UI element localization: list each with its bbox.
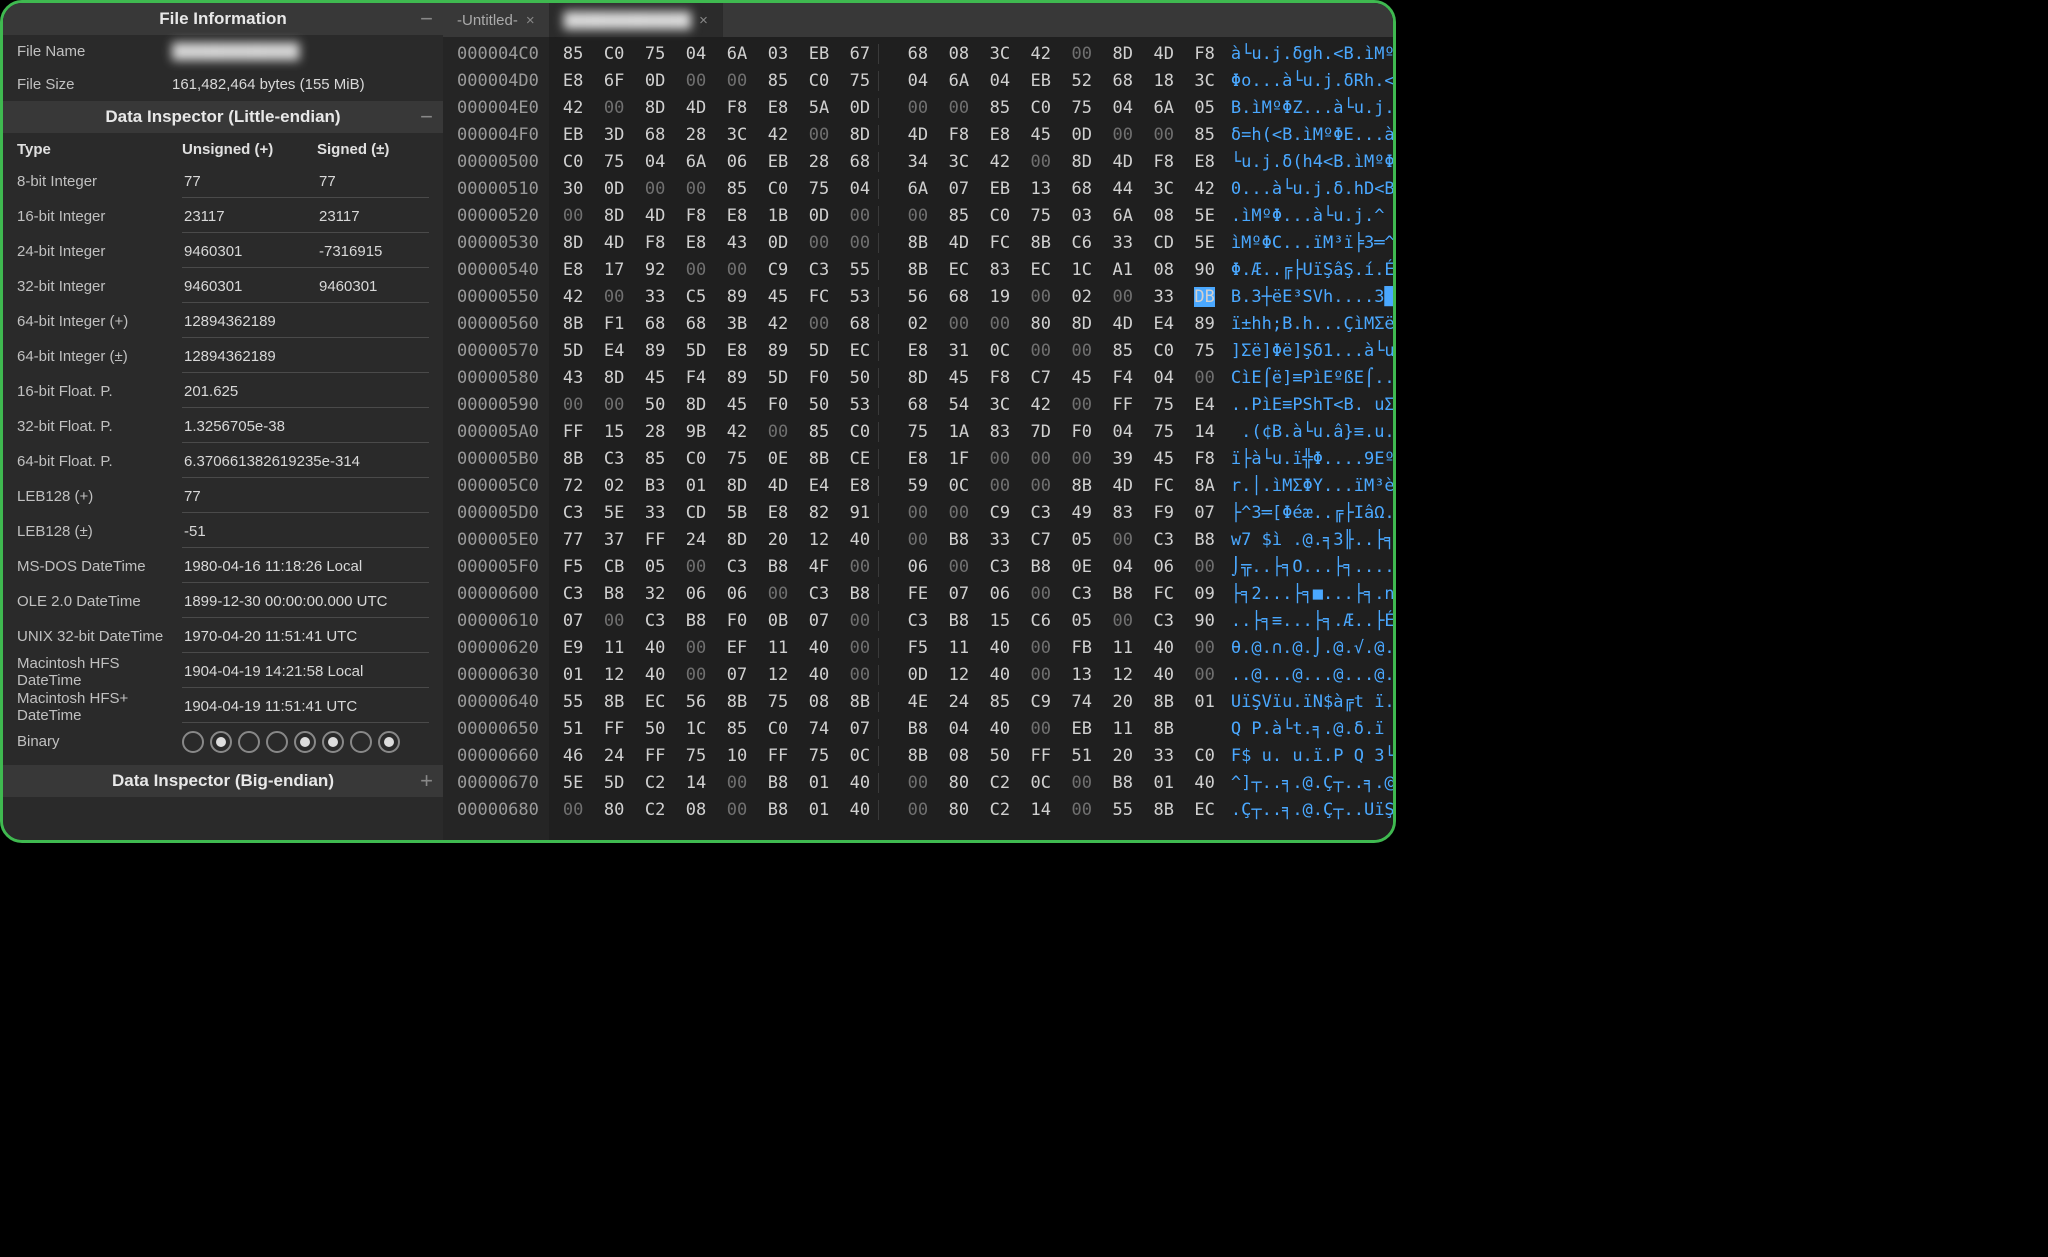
close-icon[interactable]: × (699, 12, 708, 29)
di-unsigned-value[interactable]: 9460301 (182, 271, 317, 303)
di-row: 16-bit Float. P.201.625 (3, 374, 443, 409)
file-size-value: 161,482,464 bytes (155 MiB) (172, 76, 429, 93)
close-icon[interactable]: × (526, 12, 535, 29)
di-signed-value[interactable]: 9460301 (317, 271, 429, 303)
di-row: LEB128 (+)77 (3, 479, 443, 514)
di-value[interactable]: 12894362189 (182, 341, 429, 373)
data-inspector-le-title: Data Inspector (Little-endian) (105, 107, 340, 127)
di-head-signed: Signed (±) (317, 141, 427, 158)
di-signed-value[interactable]: 23117 (317, 201, 429, 233)
di-unsigned-value[interactable]: 23117 (182, 201, 317, 233)
di-value[interactable]: 77 (182, 481, 429, 513)
di-value[interactable]: 1.3256705e-38 (182, 411, 429, 443)
data-inspector-be-header: Data Inspector (Big-endian) + (3, 765, 443, 797)
di-type-label: 64-bit Integer (+) (17, 313, 182, 330)
di-row: 64-bit Integer (±)12894362189 (3, 339, 443, 374)
di-row: Macintosh HFS DateTime1904-04-19 14:21:5… (3, 654, 443, 689)
di-head-type: Type (17, 141, 182, 158)
collapse-icon[interactable]: − (420, 106, 433, 128)
di-value[interactable]: 201.625 (182, 376, 429, 408)
tab-label: ████████████ (564, 12, 692, 29)
file-name-row: File Name ████████████ (3, 35, 443, 68)
di-value[interactable]: -51 (182, 516, 429, 548)
file-size-label: File Size (17, 76, 172, 93)
di-value[interactable]: 1970-04-20 11:51:41 UTC (182, 621, 429, 653)
data-inspector-le-header: Data Inspector (Little-endian) − (3, 101, 443, 133)
di-type-label: 64-bit Float. P. (17, 453, 182, 470)
di-type-label: 24-bit Integer (17, 243, 182, 260)
sidebar: File Information − File Name ███████████… (3, 3, 443, 840)
di-row: LEB128 (±)-51 (3, 514, 443, 549)
binary-bit[interactable] (322, 731, 344, 753)
offset-gutter: 000004C0 000004D0 000004E0 000004F0 0000… (443, 37, 549, 840)
tab[interactable]: ████████████ × (550, 3, 723, 37)
di-binary-label: Binary (17, 733, 182, 750)
di-rows: 8-bit Integer777716-bit Integer231172311… (3, 164, 443, 724)
tab[interactable]: -Untitled- × (443, 3, 550, 37)
di-signed-value[interactable]: -7316915 (317, 236, 429, 268)
binary-bit[interactable] (182, 731, 204, 753)
di-row: 64-bit Integer (+)12894362189 (3, 304, 443, 339)
di-type-label: Macintosh HFS+ DateTime (17, 690, 182, 724)
di-type-label: OLE 2.0 DateTime (17, 593, 182, 610)
di-row: OLE 2.0 DateTime1899-12-30 00:00:00.000 … (3, 584, 443, 619)
di-value[interactable]: 12894362189 (182, 306, 429, 338)
di-row: 24-bit Integer9460301-7316915 (3, 234, 443, 269)
file-info-title: File Information (159, 9, 287, 29)
di-row: Macintosh HFS+ DateTime1904-04-19 11:51:… (3, 689, 443, 724)
binary-bit[interactable] (210, 731, 232, 753)
di-binary-row: Binary (3, 724, 443, 759)
di-type-label: 32-bit Integer (17, 278, 182, 295)
di-row: 16-bit Integer2311723117 (3, 199, 443, 234)
di-type-label: UNIX 32-bit DateTime (17, 628, 182, 645)
hex-editor[interactable]: 000004C0 000004D0 000004E0 000004F0 0000… (443, 37, 1393, 840)
di-type-label: LEB128 (+) (17, 488, 182, 505)
binary-bit[interactable] (350, 731, 372, 753)
di-head-unsigned: Unsigned (+) (182, 141, 317, 158)
binary-bit[interactable] (266, 731, 288, 753)
di-value[interactable]: 1899-12-30 00:00:00.000 UTC (182, 586, 429, 618)
di-row: 32-bit Integer94603019460301 (3, 269, 443, 304)
file-name-value: ████████████ (172, 43, 429, 60)
di-type-label: MS-DOS DateTime (17, 558, 182, 575)
binary-bit[interactable] (238, 731, 260, 753)
data-inspector-be-title: Data Inspector (Big-endian) (112, 771, 334, 791)
file-name-label: File Name (17, 43, 172, 60)
di-unsigned-value[interactable]: 77 (182, 166, 317, 198)
di-binary-bits (182, 731, 429, 753)
binary-bit[interactable] (378, 731, 400, 753)
di-value[interactable]: 1904-04-19 14:21:58 Local (182, 656, 429, 688)
di-row: 8-bit Integer7777 (3, 164, 443, 199)
di-value[interactable]: 6.370661382619235e-314 (182, 446, 429, 478)
di-value[interactable]: 1980-04-16 11:18:26 Local (182, 551, 429, 583)
di-row: UNIX 32-bit DateTime1970-04-20 11:51:41 … (3, 619, 443, 654)
main-area: -Untitled- × ████████████ × 000004C0 000004… (443, 3, 1393, 840)
di-type-label: 64-bit Integer (±) (17, 348, 182, 365)
di-type-label: Macintosh HFS DateTime (17, 655, 182, 689)
file-size-row: File Size 161,482,464 bytes (155 MiB) (3, 68, 443, 101)
di-type-label: 16-bit Float. P. (17, 383, 182, 400)
di-unsigned-value[interactable]: 9460301 (182, 236, 317, 268)
di-type-label: LEB128 (±) (17, 523, 182, 540)
di-type-label: 8-bit Integer (17, 173, 182, 190)
di-signed-value[interactable]: 77 (317, 166, 429, 198)
di-column-headers: Type Unsigned (+) Signed (±) (3, 133, 443, 164)
file-info-header: File Information − (3, 3, 443, 35)
di-row: MS-DOS DateTime1980-04-16 11:18:26 Local (3, 549, 443, 584)
hex-bytes[interactable]: 85 C0 75 04 6A 03 EB 67 68 08 3C 42 00 8… (549, 37, 1215, 840)
di-row: 64-bit Float. P.6.370661382619235e-314 (3, 444, 443, 479)
app-window: File Information − File Name ███████████… (0, 0, 1396, 843)
di-row: 32-bit Float. P.1.3256705e-38 (3, 409, 443, 444)
binary-bit[interactable] (294, 731, 316, 753)
tab-bar: -Untitled- × ████████████ × (443, 3, 1393, 37)
tab-label: -Untitled- (457, 12, 518, 29)
expand-icon[interactable]: + (420, 770, 433, 792)
collapse-icon[interactable]: − (420, 8, 433, 30)
di-value[interactable]: 1904-04-19 11:51:41 UTC (182, 691, 429, 723)
ascii-column[interactable]: à└u.j.δgh.<B.ìMº Φo...à└u.j.δRh.< B.ìMºΦ… (1215, 37, 1393, 840)
di-type-label: 16-bit Integer (17, 208, 182, 225)
di-type-label: 32-bit Float. P. (17, 418, 182, 435)
